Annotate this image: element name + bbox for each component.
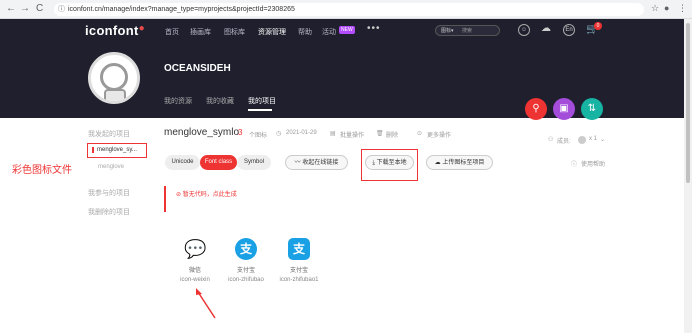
scrollbar-thumb[interactable] [686, 23, 690, 183]
annotation-arrow [196, 288, 216, 319]
